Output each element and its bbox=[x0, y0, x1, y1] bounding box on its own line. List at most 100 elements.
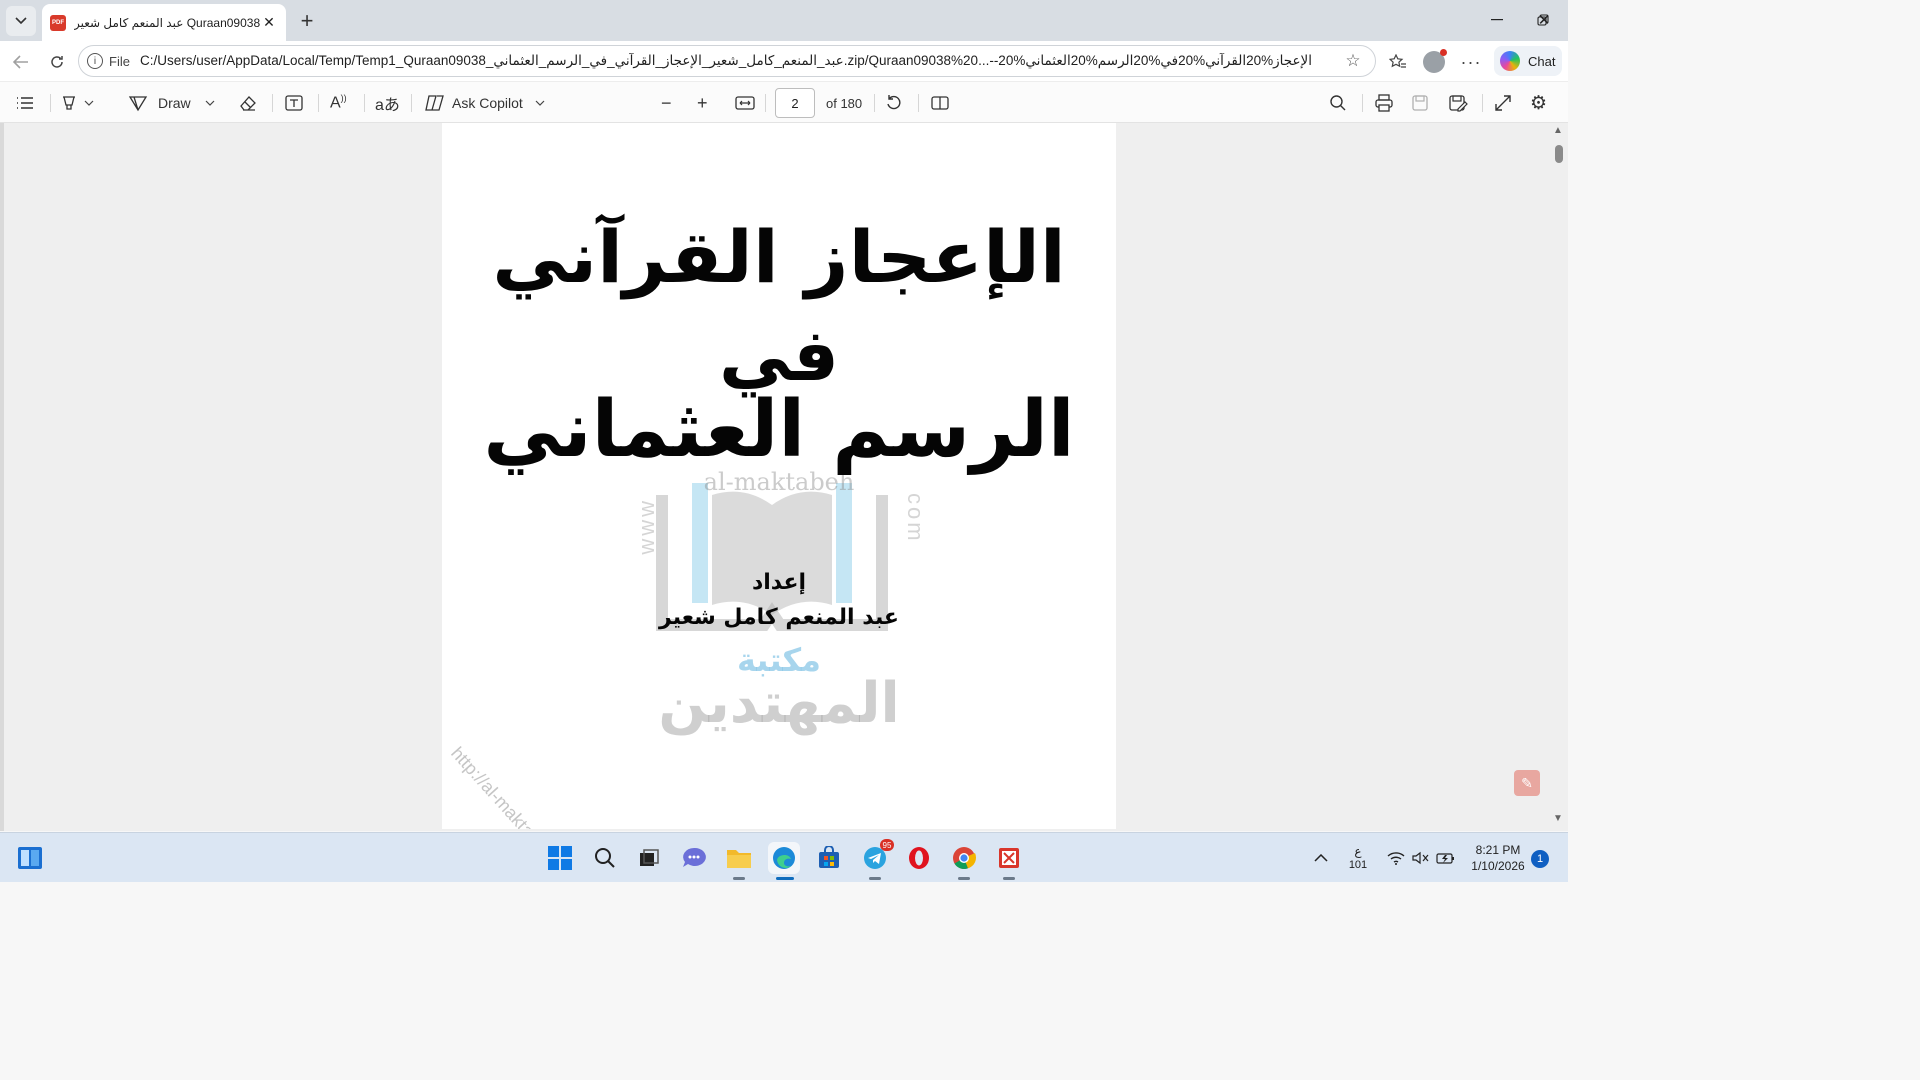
separator bbox=[50, 94, 51, 112]
battery-button[interactable] bbox=[1436, 833, 1456, 883]
copilot-icon bbox=[1500, 51, 1520, 71]
avatar bbox=[1423, 49, 1447, 73]
wifi-icon bbox=[1387, 852, 1405, 865]
book-title-line-1: الإعجاز القرآني bbox=[492, 215, 1066, 299]
read-aloud-button[interactable]: A)) bbox=[330, 91, 347, 115]
page-view-button[interactable] bbox=[930, 91, 950, 115]
active-tab[interactable]: PDF عبد المنعم كامل شعير Quraan09038 ✕ bbox=[42, 4, 286, 41]
search-button[interactable] bbox=[589, 842, 621, 874]
scroll-up-arrow-icon[interactable]: ▲ bbox=[1553, 125, 1563, 136]
save-button[interactable] bbox=[1411, 91, 1429, 115]
separator bbox=[1362, 94, 1363, 112]
favorites-button[interactable] bbox=[1385, 49, 1411, 75]
rotate-button[interactable] bbox=[885, 91, 903, 115]
erase-button[interactable] bbox=[238, 91, 258, 115]
favorite-star-icon[interactable]: ☆ bbox=[1343, 51, 1363, 71]
find-button[interactable] bbox=[1329, 91, 1347, 115]
show-hidden-icons-button[interactable] bbox=[1314, 833, 1328, 883]
store-button[interactable] bbox=[813, 842, 845, 874]
scroll-down-arrow-icon[interactable]: ▼ bbox=[1553, 813, 1563, 824]
zoom-out-button[interactable]: − bbox=[661, 91, 672, 115]
edge-icon bbox=[773, 847, 795, 869]
separator bbox=[318, 94, 319, 112]
input-language-button[interactable]: ع 101 bbox=[1345, 833, 1371, 883]
telegram-unread-badge: 95 bbox=[880, 839, 894, 851]
expand-icon bbox=[1495, 95, 1511, 111]
time-text: 8:21 PM bbox=[1475, 843, 1521, 857]
pdf-app-button[interactable] bbox=[993, 842, 1025, 874]
page-number-input[interactable]: 2 bbox=[775, 88, 815, 118]
folder-icon bbox=[727, 850, 751, 868]
info-icon[interactable]: i bbox=[87, 53, 103, 69]
table-of-contents-icon bbox=[17, 97, 33, 109]
chat-bubble-icon bbox=[683, 847, 706, 867]
prepared-by-label: إعداد bbox=[751, 570, 807, 595]
url-text[interactable]: C:/Users/user/AppData/Local/Temp/Temp1_Q… bbox=[140, 53, 1343, 69]
separator bbox=[874, 94, 875, 112]
scroll-thumb[interactable] bbox=[1555, 145, 1563, 163]
close-window-button[interactable]: ✕ bbox=[1521, 0, 1567, 40]
running-indicator bbox=[733, 877, 745, 880]
refresh-button[interactable] bbox=[44, 49, 70, 75]
zoom-in-button[interactable]: + bbox=[697, 91, 708, 115]
settings-button[interactable]: ⚙ bbox=[1530, 91, 1547, 115]
tab-title: عبد المنعم كامل شعير Quraan09038 bbox=[74, 15, 260, 30]
task-view-button[interactable] bbox=[633, 842, 665, 874]
widgets-button[interactable] bbox=[14, 842, 46, 874]
volume-button[interactable] bbox=[1412, 833, 1430, 883]
highlighter-icon bbox=[63, 96, 75, 110]
highlight-button[interactable] bbox=[60, 91, 94, 115]
teams-chat-button[interactable] bbox=[678, 842, 710, 874]
copilot-outline-icon bbox=[425, 95, 444, 111]
fit-width-button[interactable] bbox=[735, 91, 755, 115]
copilot-chat-button[interactable]: Chat bbox=[1494, 46, 1562, 76]
url-field[interactable]: i File C:/Users/user/AppData/Local/Temp/… bbox=[78, 45, 1376, 77]
page-view-icon bbox=[931, 96, 949, 110]
url-scheme-label: File bbox=[109, 53, 130, 69]
notification-count-badge[interactable]: 1 bbox=[1531, 850, 1549, 868]
save-as-button[interactable] bbox=[1448, 91, 1468, 115]
separator bbox=[364, 94, 365, 112]
new-tab-button[interactable]: + bbox=[294, 8, 320, 34]
file-explorer-button[interactable] bbox=[723, 842, 755, 874]
ask-copilot-label: Ask Copilot bbox=[452, 95, 523, 111]
start-button[interactable] bbox=[544, 842, 576, 874]
print-button[interactable] bbox=[1374, 91, 1394, 115]
printer-icon bbox=[1375, 94, 1393, 112]
more-menu-button[interactable]: ··· bbox=[1458, 49, 1484, 75]
ask-copilot-button[interactable]: Ask Copilot bbox=[424, 91, 545, 115]
wifi-button[interactable] bbox=[1387, 833, 1405, 883]
edge-browser-button[interactable] bbox=[768, 842, 800, 874]
draw-button[interactable]: Draw bbox=[128, 91, 215, 115]
chrome-button[interactable] bbox=[948, 842, 980, 874]
acrobat-icon[interactable]: ✎ bbox=[1514, 770, 1540, 796]
date-text: 1/10/2026 bbox=[1471, 859, 1525, 873]
back-button[interactable] bbox=[8, 49, 34, 75]
add-text-button[interactable] bbox=[284, 91, 304, 115]
separator bbox=[918, 94, 919, 112]
fit-width-icon bbox=[735, 96, 755, 110]
tab-actions-button[interactable] bbox=[6, 6, 36, 36]
pdf-page: al-maktabeh www com الإعجاز القرآني في ا… bbox=[442, 123, 1116, 829]
text-box-icon bbox=[285, 95, 303, 111]
battery-charging-icon bbox=[1436, 853, 1454, 864]
fullscreen-button[interactable] bbox=[1494, 91, 1512, 115]
gear-icon: ⚙ bbox=[1530, 92, 1548, 114]
tab-strip: PDF عبد المنعم كامل شعير Quraan09038 ✕ + bbox=[0, 0, 1568, 41]
chevron-down-icon bbox=[535, 100, 545, 106]
address-bar-row: i File C:/Users/user/AppData/Local/Temp/… bbox=[0, 41, 1568, 81]
translate-button[interactable]: aあ bbox=[375, 91, 400, 115]
pdf-file-icon: PDF bbox=[50, 14, 66, 31]
chat-label: Chat bbox=[1528, 53, 1556, 69]
close-tab-icon[interactable]: ✕ bbox=[260, 14, 278, 31]
opera-button[interactable] bbox=[903, 842, 935, 874]
telegram-button[interactable]: 95 bbox=[859, 839, 894, 874]
more-dots-icon: ··· bbox=[1460, 51, 1482, 72]
clock[interactable]: 8:21 PM 1/10/2026 bbox=[1466, 842, 1530, 874]
contents-button[interactable] bbox=[16, 91, 34, 115]
profile-button[interactable] bbox=[1421, 49, 1447, 75]
minimize-button-slot bbox=[1474, 0, 1520, 40]
pdf-viewer[interactable]: al-maktabeh www com الإعجاز القرآني في ا… bbox=[0, 123, 1568, 831]
rotate-icon bbox=[887, 95, 901, 110]
vertical-scrollbar[interactable]: ▲ ▼ bbox=[1552, 123, 1564, 829]
